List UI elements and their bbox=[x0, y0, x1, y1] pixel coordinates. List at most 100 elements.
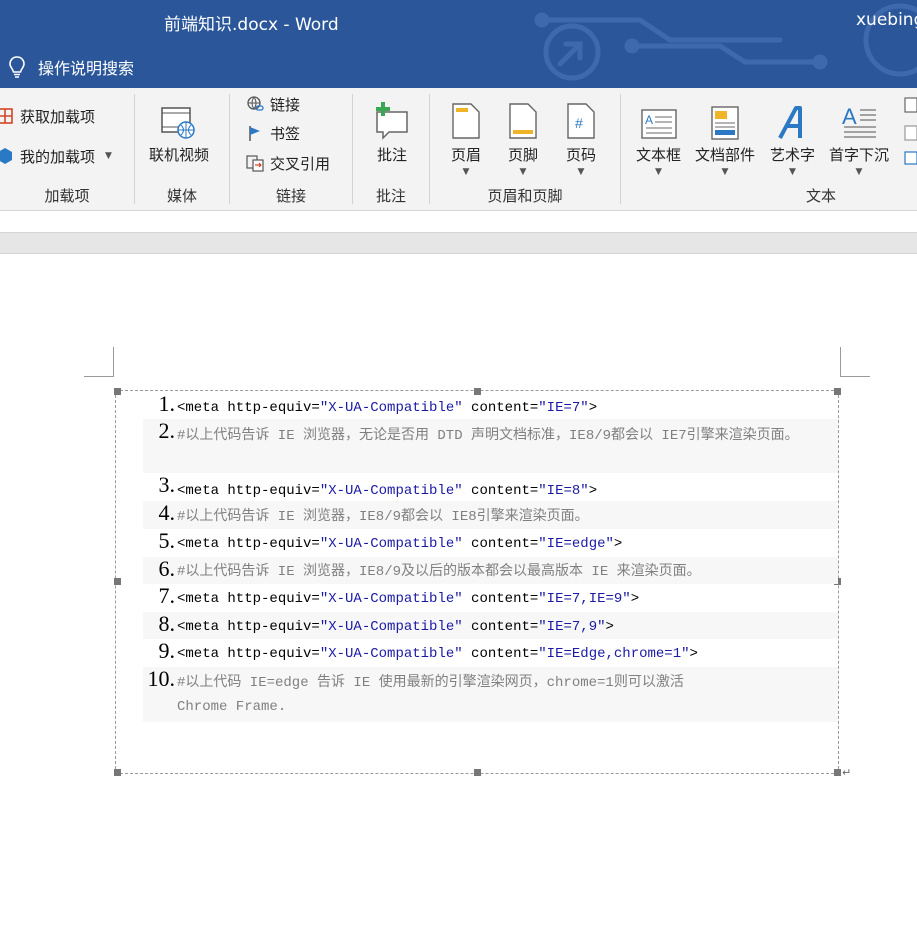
code-comment: #以上代码 IE=edge 告诉 IE 使用最新的引擎渲染网页，chrome=1… bbox=[177, 675, 684, 715]
window-title: 前端知识.docx - Word bbox=[164, 15, 339, 35]
code-string: "IE=7,IE=9" bbox=[538, 591, 631, 607]
code-string: "IE=edge" bbox=[538, 536, 614, 552]
code-text: <meta http-equiv= bbox=[177, 591, 320, 607]
header-button[interactable]: 页眉 ▼ bbox=[451, 96, 481, 179]
link-button[interactable]: 链接 bbox=[246, 92, 300, 116]
chevron-down-icon: ▼ bbox=[462, 167, 470, 177]
line-number: 2. bbox=[158, 418, 176, 443]
ribbon-gap bbox=[0, 211, 917, 232]
wordart-button[interactable]: 艺术字 ▼ bbox=[770, 96, 815, 179]
footer-label: 页脚 bbox=[508, 146, 539, 164]
code-text: <meta http-equiv= bbox=[177, 400, 320, 416]
resize-handle[interactable] bbox=[114, 578, 121, 585]
group-addins: 获取加载项 我的加载项 ▼ 加载项 bbox=[0, 88, 134, 210]
svg-text:A: A bbox=[645, 113, 653, 127]
online-video-button[interactable]: 联机视频 bbox=[149, 96, 209, 165]
resize-handle[interactable] bbox=[114, 769, 121, 776]
crossref-icon bbox=[246, 155, 264, 172]
group-label-text: 文本 bbox=[805, 187, 836, 205]
new-comment-button[interactable]: 批注 bbox=[373, 96, 411, 165]
textbox-button[interactable]: A 文本框 ▼ bbox=[636, 96, 681, 179]
resize-handle[interactable] bbox=[474, 769, 481, 776]
code-comment: #以上代码告诉 IE 浏览器，IE8/9及以后的版本都会以最高版本 IE 来渲染… bbox=[177, 564, 701, 580]
svg-text:A: A bbox=[842, 104, 857, 129]
line-number: 1. bbox=[158, 391, 176, 416]
comment-label: 批注 bbox=[376, 146, 407, 164]
quick-parts-label: 文档部件 bbox=[695, 146, 756, 164]
drop-cap-label: 首字下沉 bbox=[829, 146, 890, 164]
horizontal-ruler bbox=[0, 232, 917, 254]
tell-me-label: 操作说明搜索 bbox=[38, 59, 135, 78]
line-number: 10. bbox=[147, 666, 176, 691]
code-text: > bbox=[588, 400, 598, 416]
code-comment-line: 4. #以上代码告诉 IE 浏览器，IE8/9都会以 IE8引擎来渲染页面。 bbox=[143, 501, 838, 529]
code-text: content= bbox=[462, 483, 539, 499]
crop-mark bbox=[84, 376, 114, 377]
tell-me-search[interactable]: 操作说明搜索 bbox=[8, 54, 134, 80]
code-text: <meta http-equiv= bbox=[177, 483, 320, 499]
my-addins-button[interactable]: 我的加载项 ▼ bbox=[0, 144, 112, 168]
cross-reference-button[interactable]: 交叉引用 bbox=[246, 151, 330, 175]
textbox-label: 文本框 bbox=[636, 146, 682, 164]
footer-icon bbox=[509, 103, 537, 139]
group-label-addins: 加载项 bbox=[44, 187, 90, 205]
bookmark-button[interactable]: 书签 bbox=[246, 121, 300, 145]
resize-handle[interactable] bbox=[834, 769, 841, 776]
online-video-icon bbox=[161, 107, 195, 139]
signature-line-icon[interactable] bbox=[904, 96, 917, 166]
link-label: 链接 bbox=[270, 95, 301, 114]
dropcap-icon: A bbox=[842, 104, 876, 138]
resize-handle[interactable] bbox=[114, 388, 121, 395]
code-text: > bbox=[689, 646, 698, 662]
crop-mark bbox=[840, 347, 841, 376]
paragraph-mark: ↵ bbox=[842, 766, 852, 779]
code-line: 7. <meta http-equiv="X-UA-Compatible" co… bbox=[143, 584, 838, 612]
code-string: "X-UA-Compatible" bbox=[319, 400, 463, 416]
code-text: > bbox=[630, 591, 640, 607]
bookmark-label: 书签 bbox=[270, 124, 301, 143]
code-string: "X-UA-Compatible" bbox=[319, 619, 463, 635]
line-number: 4. bbox=[158, 500, 176, 525]
code-line: 9. <meta http-equiv="X-UA-Compatible" co… bbox=[143, 639, 838, 667]
code-string: "X-UA-Compatible" bbox=[319, 646, 463, 662]
code-line: 5. <meta http-equiv="X-UA-Compatible" co… bbox=[143, 529, 838, 557]
code-text: content= bbox=[462, 591, 539, 607]
addin-icon bbox=[0, 148, 12, 164]
lightbulb-icon bbox=[9, 56, 25, 78]
user-name[interactable]: xuebing bbox=[856, 10, 917, 30]
code-line: 3. <meta http-equiv="X-UA-Compatible" co… bbox=[143, 473, 838, 501]
group-text: A 文本框 ▼ 文档部件 ▼ 艺术字 ▼ A 首字下沉 ▼ 文本 bbox=[621, 88, 917, 210]
footer-button[interactable]: 页脚 ▼ bbox=[508, 96, 538, 179]
quick-parts-button[interactable]: 文档部件 ▼ bbox=[695, 96, 755, 179]
drop-cap-button[interactable]: A 首字下沉 ▼ bbox=[829, 96, 889, 179]
header-label: 页眉 bbox=[451, 146, 482, 164]
chevron-down-icon: ▼ bbox=[577, 167, 585, 177]
store-icon bbox=[0, 108, 13, 124]
chevron-down-icon: ▼ bbox=[789, 167, 796, 177]
comment-icon bbox=[376, 102, 408, 140]
page-number-label: 页码 bbox=[566, 146, 597, 164]
online-video-label: 联机视频 bbox=[149, 146, 210, 164]
chevron-down-icon: ▼ bbox=[855, 167, 863, 177]
code-line: 8. <meta http-equiv="X-UA-Compatible" co… bbox=[143, 612, 838, 639]
code-text: <meta http-equiv= bbox=[177, 619, 320, 635]
line-number: 8. bbox=[158, 611, 176, 636]
code-comment-line: 2. #以上代码告诉 IE 浏览器，无论是否用 DTD 声明文档标准，IE8/9… bbox=[143, 419, 838, 473]
textbox-icon: A bbox=[640, 109, 677, 139]
crop-mark bbox=[113, 347, 114, 376]
code-string: "IE=Edge,chrome=1" bbox=[538, 646, 690, 662]
get-addins-button[interactable]: 获取加载项 bbox=[0, 104, 95, 128]
line-number: 7. bbox=[158, 583, 176, 608]
chevron-down-icon: ▼ bbox=[519, 167, 527, 177]
crop-mark bbox=[840, 376, 870, 377]
code-string: "X-UA-Compatible" bbox=[319, 483, 463, 499]
code-string: "X-UA-Compatible" bbox=[319, 591, 463, 607]
code-text: > bbox=[605, 619, 614, 635]
code-string: "IE=8" bbox=[538, 483, 589, 499]
code-text: content= bbox=[462, 536, 539, 552]
page-number-button[interactable]: # 页码 ▼ bbox=[566, 96, 596, 179]
pagenum-icon: # bbox=[567, 103, 595, 139]
code-listing[interactable]: 1. <meta http-equiv="X-UA-Compatible" co… bbox=[143, 392, 838, 722]
group-label-comments: 批注 bbox=[375, 187, 406, 205]
cross-reference-label: 交叉引用 bbox=[270, 154, 331, 173]
